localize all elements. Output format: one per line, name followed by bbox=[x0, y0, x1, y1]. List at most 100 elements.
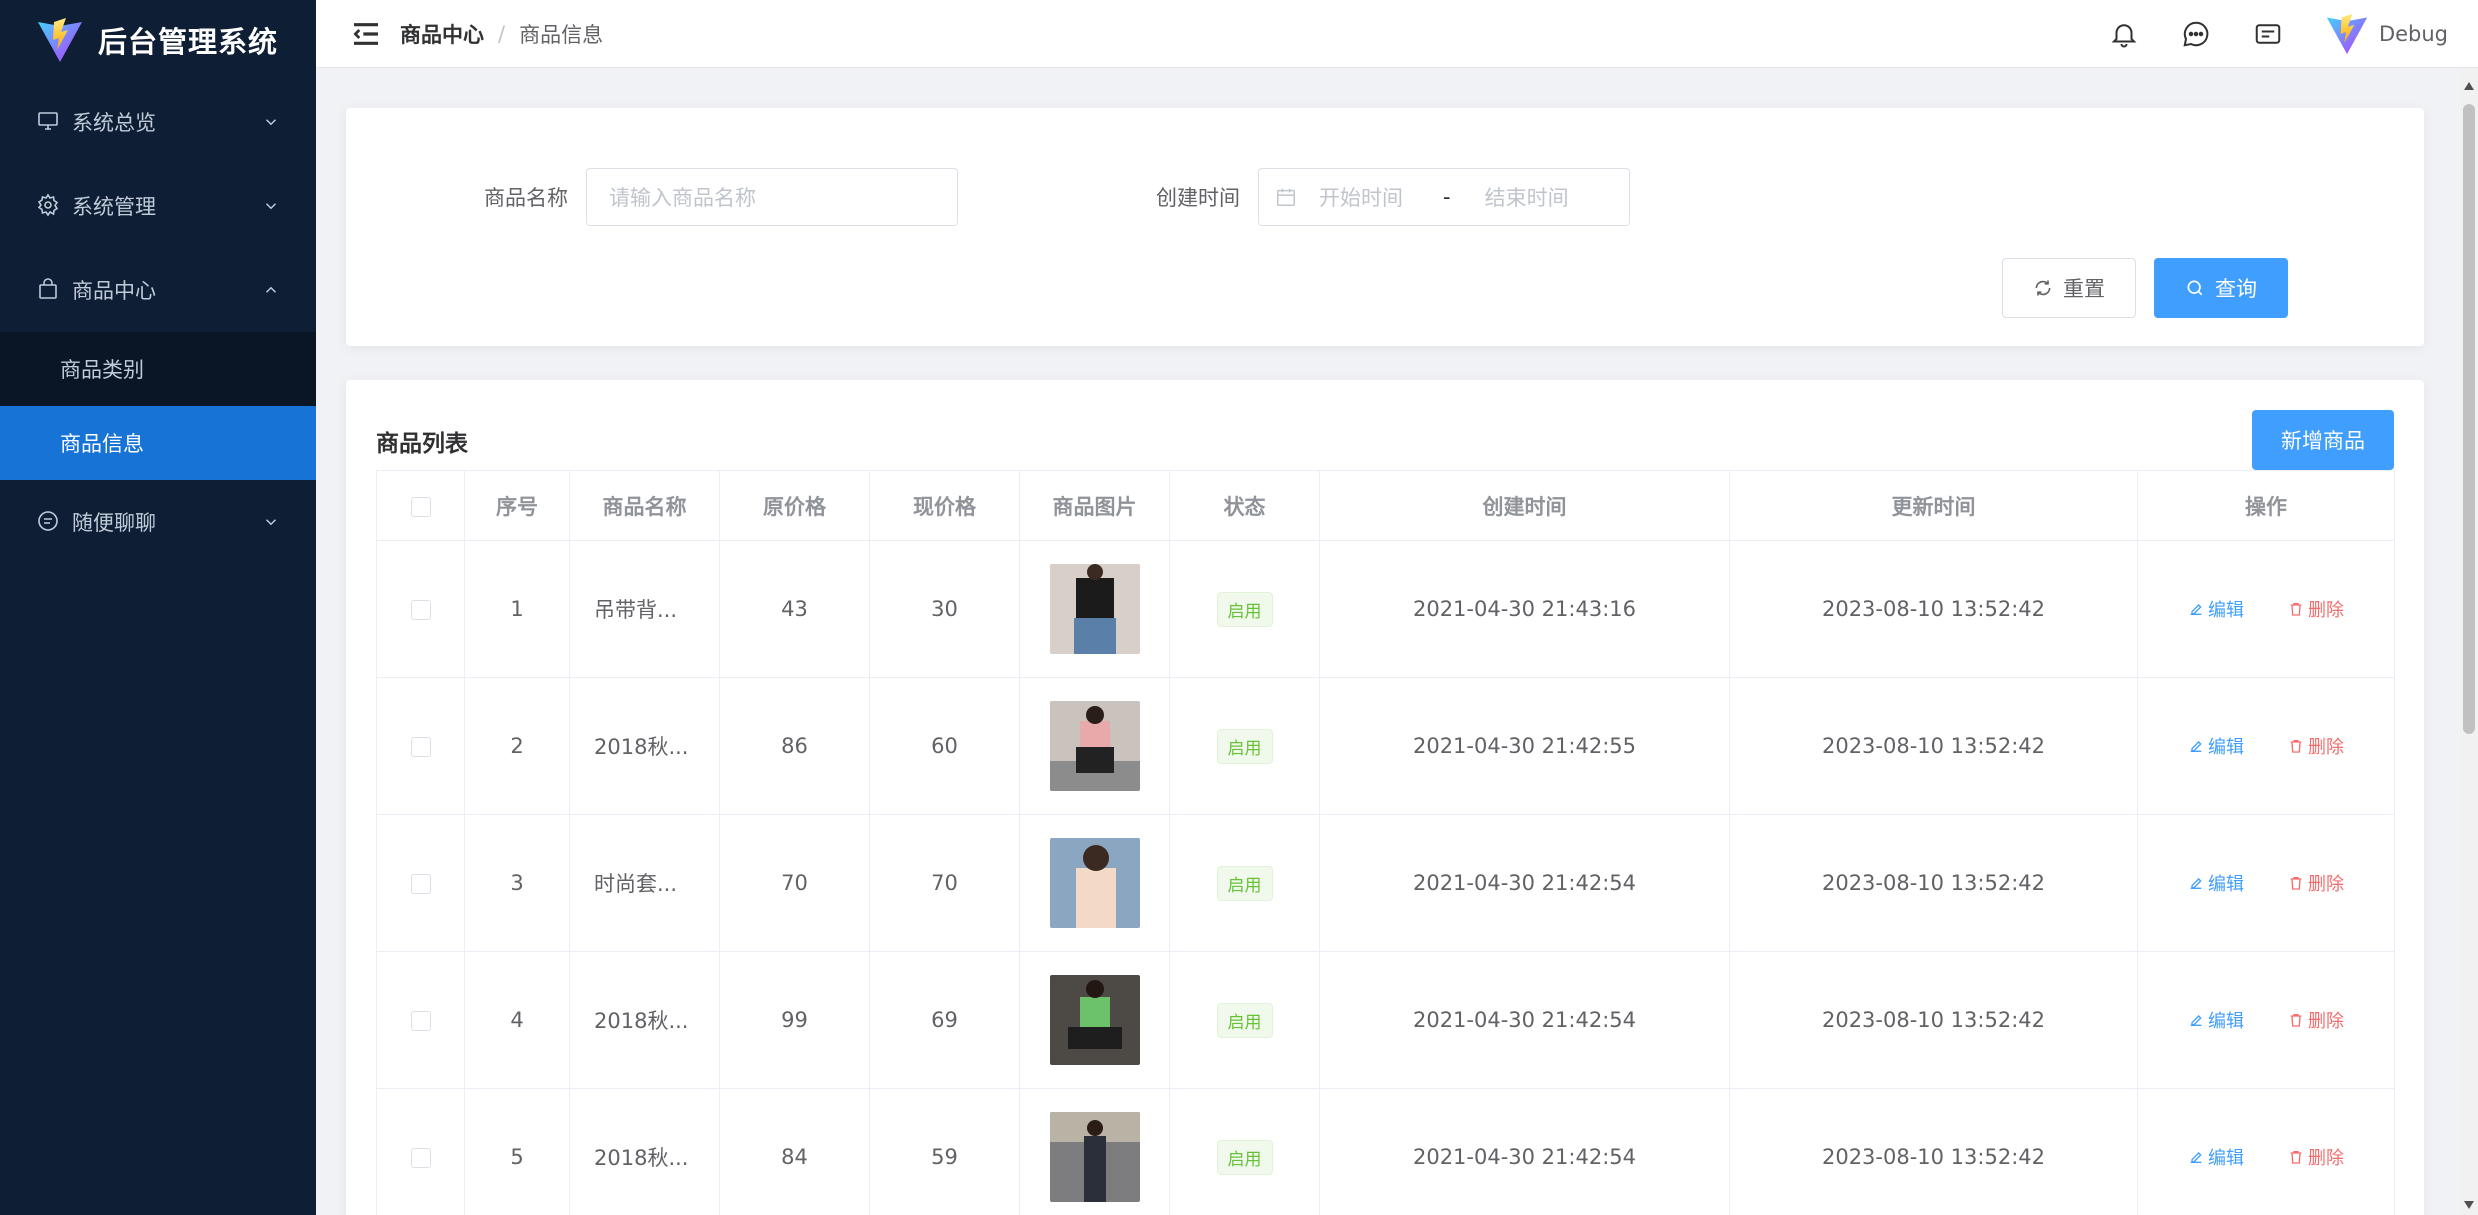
created-time-cell: 2021-04-30 21:42:55 bbox=[1319, 677, 1730, 815]
breadcrumb-item[interactable]: 商品中心 bbox=[400, 19, 484, 49]
status-cell: 启用 bbox=[1169, 677, 1320, 815]
delete-label: 删除 bbox=[2308, 737, 2344, 758]
chat-icon bbox=[36, 509, 62, 535]
page-scrollbar[interactable] bbox=[2460, 68, 2478, 1215]
reset-button[interactable]: 重置 bbox=[2002, 258, 2136, 318]
message-icon[interactable] bbox=[2181, 19, 2211, 49]
goods-name-input[interactable]: 请输入商品名称 bbox=[586, 168, 958, 226]
sidebar-item-overview[interactable]: 系统总览 bbox=[0, 80, 316, 164]
delete-button[interactable]: 删除 bbox=[2288, 596, 2344, 622]
date-range-picker[interactable]: 开始时间 - 结束时间 bbox=[1258, 168, 1630, 226]
reset-button-label: 重置 bbox=[2063, 277, 2105, 301]
sidebar-item-label: 商品信息 bbox=[60, 432, 144, 456]
actions-cell: 编辑 删除 bbox=[2137, 540, 2395, 678]
select-all-checkbox[interactable] bbox=[410, 496, 431, 517]
status-cell: 启用 bbox=[1169, 814, 1320, 952]
delete-button[interactable]: 删除 bbox=[2288, 1144, 2344, 1170]
end-time-placeholder[interactable]: 结束时间 bbox=[1485, 182, 1569, 212]
status-cell: 启用 bbox=[1169, 951, 1320, 1089]
column-header: 操作 bbox=[2137, 470, 2395, 541]
topbar: 商品中心 / 商品信息 Debug bbox=[316, 0, 2478, 68]
edit-button[interactable]: 编辑 bbox=[2188, 1144, 2244, 1170]
status-badge: 启用 bbox=[1216, 865, 1273, 901]
current-price-cell: 70 bbox=[869, 814, 1020, 952]
sidebar-item-goods-info[interactable]: 商品信息 bbox=[0, 406, 316, 480]
image-cell bbox=[1019, 951, 1170, 1089]
image-cell bbox=[1019, 677, 1170, 815]
start-time-placeholder[interactable]: 开始时间 bbox=[1319, 182, 1403, 212]
chevron-down-icon bbox=[265, 119, 277, 126]
scroll-down-arrow[interactable] bbox=[2464, 1201, 2474, 1209]
edit-icon bbox=[2190, 1152, 2202, 1163]
breadcrumb: 商品中心 / 商品信息 bbox=[400, 19, 2109, 49]
edit-button[interactable]: 编辑 bbox=[2188, 596, 2244, 622]
table-row: 1 吊带背... 43 30 启用 2021-04-30 21:43:16 2023-08-… bbox=[376, 540, 2395, 678]
goods-image[interactable] bbox=[1049, 838, 1140, 928]
sidebar-item-system[interactable]: 系统管理 bbox=[0, 164, 316, 248]
sidebar: 后台管理系统 系统总览 系统管理 商品中心 商品类别 商品信息 随便聊聊 bbox=[0, 0, 316, 1215]
column-header: 商品名称 bbox=[569, 470, 720, 541]
user-menu[interactable]: Debug bbox=[2325, 12, 2448, 56]
time-form-item: 创建时间 开始时间 - 结束时间 bbox=[1156, 168, 1630, 226]
index-cell: 1 bbox=[464, 540, 570, 678]
row-checkbox[interactable] bbox=[410, 737, 431, 757]
bell-icon[interactable] bbox=[2109, 19, 2139, 49]
vite-logo-icon bbox=[38, 18, 82, 62]
goods-image[interactable] bbox=[1049, 701, 1140, 791]
current-price-cell: 60 bbox=[869, 677, 1020, 815]
sidebar-item-goods-center[interactable]: 商品中心 bbox=[0, 248, 316, 332]
edit-button[interactable]: 编辑 bbox=[2188, 1007, 2244, 1033]
column-header: 创建时间 bbox=[1319, 470, 1730, 541]
current-price-cell: 30 bbox=[869, 540, 1020, 678]
notice-icon[interactable] bbox=[2253, 19, 2283, 49]
goods-image[interactable] bbox=[1049, 564, 1140, 654]
row-checkbox[interactable] bbox=[410, 1011, 431, 1031]
row-checkbox[interactable] bbox=[410, 874, 431, 894]
goods-table: 序号 商品名称 原价格 现价格 商品图片 状态 创建时间 更新时间 操作 1 吊带… bbox=[376, 470, 2395, 1215]
actions-cell: 编辑 删除 bbox=[2137, 951, 2395, 1089]
goods-image[interactable] bbox=[1049, 975, 1140, 1065]
time-label: 创建时间 bbox=[1156, 186, 1240, 210]
edit-label: 编辑 bbox=[2208, 1011, 2244, 1032]
created-time-cell: 2021-04-30 21:42:54 bbox=[1319, 951, 1730, 1089]
scroll-thumb[interactable] bbox=[2463, 104, 2475, 734]
edit-button[interactable]: 编辑 bbox=[2188, 733, 2244, 759]
chevron-down-icon bbox=[265, 203, 277, 210]
goods-image[interactable] bbox=[1049, 1112, 1140, 1202]
trash-icon bbox=[2290, 603, 2302, 616]
search-icon bbox=[2187, 280, 2203, 296]
image-cell bbox=[1019, 1088, 1170, 1215]
original-price-cell: 84 bbox=[719, 1088, 870, 1215]
edit-button[interactable]: 编辑 bbox=[2188, 870, 2244, 896]
query-button[interactable]: 查询 bbox=[2154, 258, 2288, 318]
edit-icon bbox=[2190, 604, 2202, 615]
sidebar-item-label: 商品类别 bbox=[60, 358, 144, 382]
current-price-cell: 59 bbox=[869, 1088, 1020, 1215]
row-checkbox[interactable] bbox=[410, 600, 431, 620]
add-goods-button[interactable]: 新增商品 bbox=[2252, 410, 2394, 470]
sidebar-item-chat[interactable]: 随便聊聊 bbox=[0, 480, 316, 564]
edit-label: 编辑 bbox=[2208, 1148, 2244, 1169]
original-price-cell: 43 bbox=[719, 540, 870, 678]
actions-cell: 编辑 删除 bbox=[2137, 1088, 2395, 1215]
delete-label: 删除 bbox=[2308, 600, 2344, 621]
delete-button[interactable]: 删除 bbox=[2288, 1007, 2344, 1033]
row-checkbox[interactable] bbox=[410, 1148, 431, 1168]
table-title: 商品列表 bbox=[376, 431, 468, 457]
sidebar-item-label: 系统管理 bbox=[72, 195, 156, 219]
sidebar-item-label: 随便聊聊 bbox=[72, 511, 156, 535]
scroll-up-arrow[interactable] bbox=[2464, 82, 2474, 90]
status-badge: 启用 bbox=[1216, 1002, 1273, 1038]
checkbox-cell bbox=[376, 1088, 465, 1215]
trash-icon bbox=[2290, 1151, 2302, 1164]
sidebar-item-goods-category[interactable]: 商品类别 bbox=[0, 332, 316, 406]
top-actions: Debug bbox=[2109, 12, 2448, 56]
goods-name-cell: 2018秋... bbox=[569, 677, 720, 815]
delete-button[interactable]: 删除 bbox=[2288, 870, 2344, 896]
delete-button[interactable]: 删除 bbox=[2288, 733, 2344, 759]
column-header: 状态 bbox=[1169, 470, 1320, 541]
updated-time-cell: 2023-08-10 13:52:42 bbox=[1729, 1088, 2138, 1215]
logo[interactable]: 后台管理系统 bbox=[0, 0, 316, 80]
menu-fold-icon[interactable] bbox=[350, 18, 382, 50]
actions-cell: 编辑 删除 bbox=[2137, 814, 2395, 952]
